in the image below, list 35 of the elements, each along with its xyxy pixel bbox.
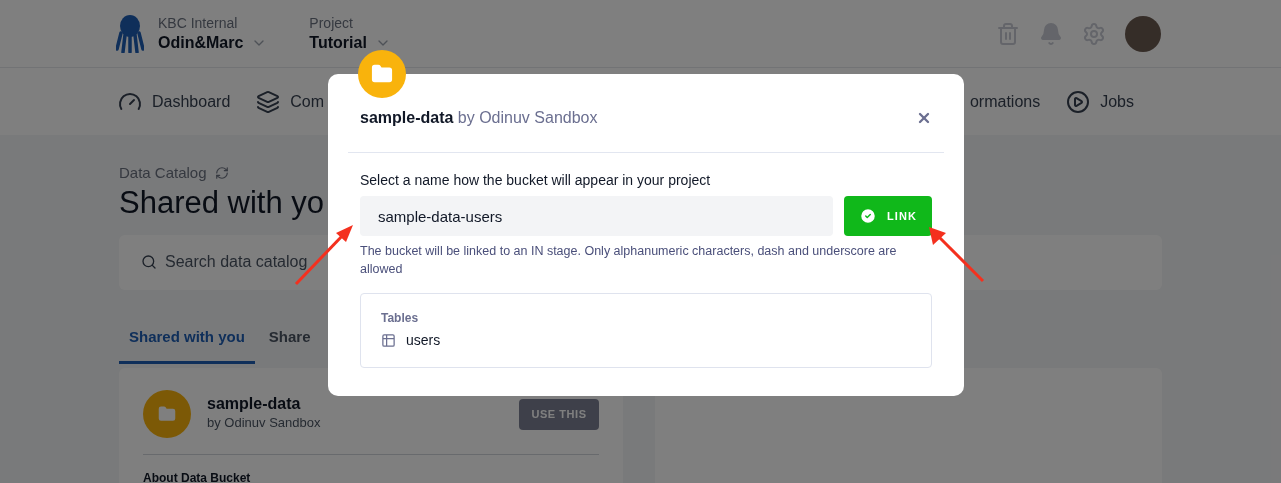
org-name[interactable]: Odin&Marc bbox=[158, 31, 244, 54]
page-title: Shared with yo bbox=[119, 184, 325, 221]
folder-icon bbox=[158, 404, 176, 423]
table-name[interactable]: users bbox=[406, 330, 441, 351]
search-icon bbox=[141, 254, 157, 270]
nav-link[interactable]: Com bbox=[290, 89, 325, 114]
close-icon[interactable] bbox=[916, 110, 932, 126]
org-label: KBC Internal bbox=[158, 13, 239, 32]
play-icon[interactable] bbox=[1066, 89, 1091, 114]
breadcrumb[interactable]: Data Catalog bbox=[119, 162, 207, 185]
tables-label: Tables bbox=[381, 310, 420, 326]
folder-icon bbox=[371, 63, 393, 85]
bucket-name-input[interactable]: sample-data-users bbox=[360, 196, 833, 236]
layers-icon[interactable] bbox=[256, 89, 281, 114]
use-this-button[interactable]: USE THIS bbox=[519, 398, 599, 430]
nav-link[interactable]: ormations bbox=[969, 89, 1041, 114]
nav-link[interactable]: Dashboard bbox=[152, 89, 231, 114]
project-name[interactable]: Tutorial bbox=[309, 31, 367, 54]
project-label: Project bbox=[309, 13, 354, 32]
tab[interactable]: Share bbox=[254, 313, 325, 364]
tab[interactable]: Shared with you bbox=[119, 313, 255, 364]
avatar[interactable] bbox=[1125, 15, 1161, 52]
dialog-title: sample-data by Odinuv Sandbox bbox=[360, 108, 598, 128]
section-heading: About Data Bucket bbox=[143, 470, 251, 483]
table-icon bbox=[381, 333, 396, 348]
octopus-logo bbox=[116, 14, 144, 53]
check-icon bbox=[858, 207, 877, 225]
bucket-owner: by Odinuv Sandbox bbox=[207, 413, 321, 432]
refresh-icon[interactable] bbox=[214, 166, 229, 181]
arrow bbox=[926, 224, 986, 284]
link-button[interactable]: LINK bbox=[844, 196, 932, 236]
bucket-name: sample-data bbox=[207, 393, 302, 414]
field-label: Select a name how the bucket will appear in your project bbox=[360, 171, 712, 189]
help-text: The bucket will be linked to an IN stage. Only alphanumeric characters, dash and underscore are allowed bbox=[360, 243, 898, 278]
nav-link[interactable]: Jobs bbox=[1100, 89, 1134, 114]
